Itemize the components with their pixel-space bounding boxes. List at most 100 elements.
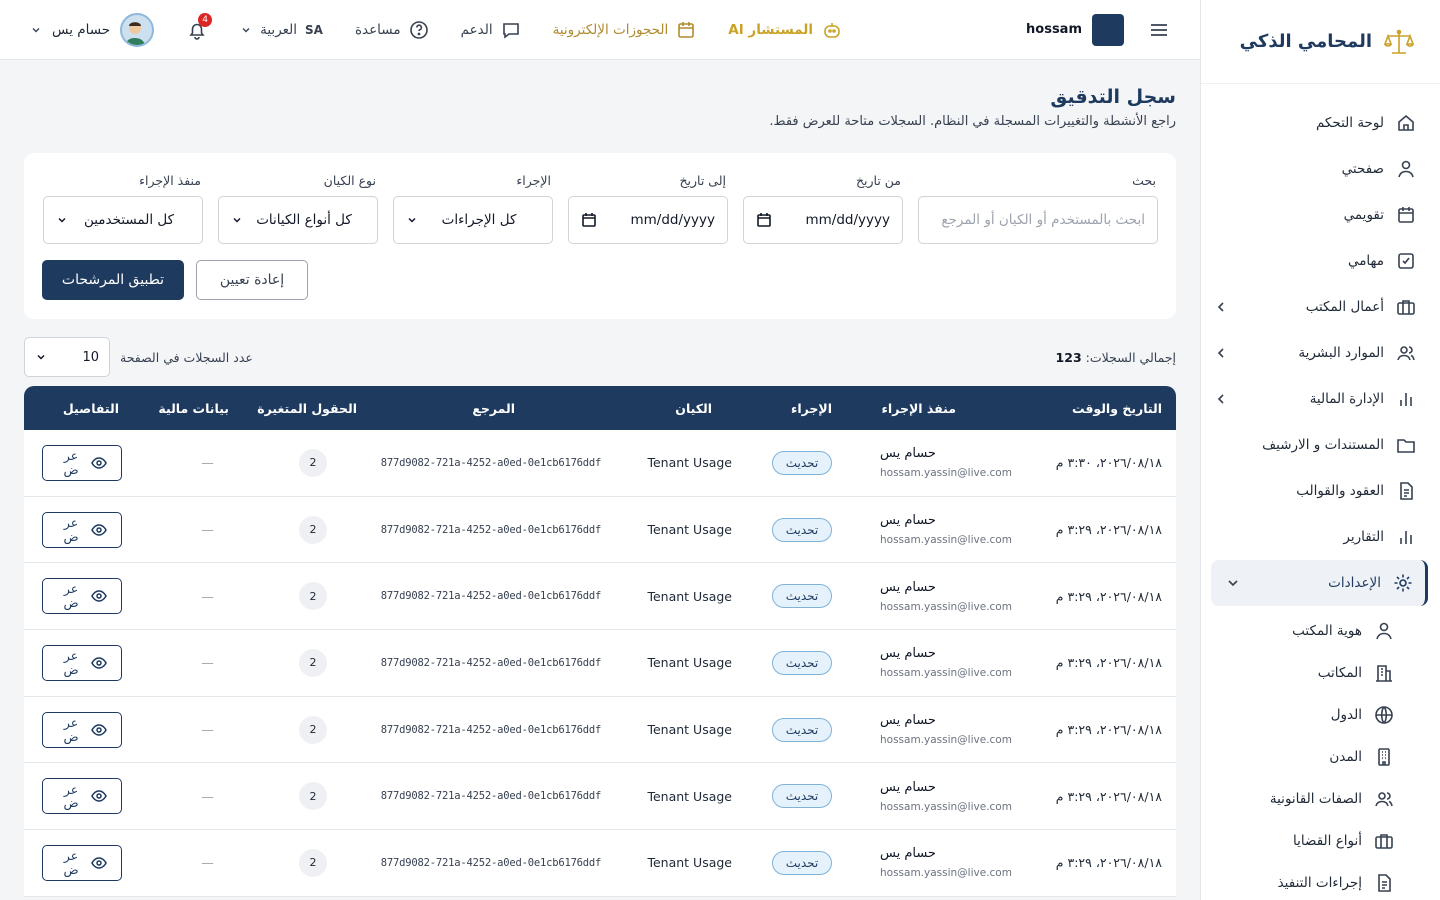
sidebar-item-calendar[interactable]: تقويمي xyxy=(1201,192,1440,238)
view-label: عرض xyxy=(63,781,79,811)
filters-panel: بحث ابحث بالمستخدم أو الكيان أو المرجع م… xyxy=(24,153,1176,319)
total-value: 123 xyxy=(1055,349,1082,365)
view-button[interactable]: عرض xyxy=(42,511,122,548)
support-label: الدعم xyxy=(460,21,493,38)
sidebar-item-contracts[interactable]: العقود والقوالب xyxy=(1201,468,1440,514)
sidebar-item-documents[interactable]: المستندات و الارشيف xyxy=(1201,422,1440,468)
sidebar-subitem-countries[interactable]: الدول xyxy=(1201,694,1440,736)
sidebar-item-reports[interactable]: التقارير xyxy=(1201,514,1440,560)
bookings-button[interactable]: الحجوزات الإلكترونية xyxy=(553,20,697,40)
checkbox-icon xyxy=(1396,251,1416,271)
sidebar-subitem-label: أنواع القضايا xyxy=(1293,833,1362,849)
user-menu[interactable]: حسام يس xyxy=(30,12,155,47)
action-select[interactable]: كل الإجراءات xyxy=(393,196,553,244)
sidebar-subitem-label: إجراءات التنفيذ xyxy=(1277,875,1362,891)
to-date-input[interactable]: mm/dd/yyyy xyxy=(568,196,728,244)
view-button[interactable]: عرض xyxy=(42,778,122,815)
cell-details: عرض xyxy=(24,644,140,681)
action-badge: تحديث xyxy=(771,784,833,809)
chevron-down-icon xyxy=(56,214,68,226)
changed-count: 2 xyxy=(299,582,327,611)
to-date-value: mm/dd/yyyy xyxy=(630,212,716,228)
sidebar-item-profile[interactable]: صفحتي xyxy=(1201,146,1440,192)
table-meta: إجمالي السجلات: 123 عدد السجلات في الصفح… xyxy=(24,337,1176,377)
sidebar-subitem-case-types[interactable]: أنواع القضايا xyxy=(1201,820,1440,862)
robot-icon xyxy=(821,19,843,41)
sidebar-subitem-label: المكاتب xyxy=(1317,665,1362,681)
actor-name: حسام يس xyxy=(880,846,936,862)
view-button[interactable]: عرض xyxy=(42,844,122,881)
view-button[interactable]: عرض xyxy=(42,711,122,748)
ai-advisor-button[interactable]: المستشار AI xyxy=(728,19,843,41)
bar-chart-icon xyxy=(1396,389,1416,409)
view-button[interactable]: عرض xyxy=(42,644,122,681)
entity-type-label: نوع الكيان xyxy=(323,173,376,188)
actor-name: حسام يس xyxy=(880,779,936,795)
from-date-field: من تاريخ mm/dd/yyyy xyxy=(743,173,903,244)
sidebar-item-settings[interactable]: الإعدادات xyxy=(1211,560,1428,606)
building-icon xyxy=(1374,663,1394,683)
cell-action: تحديث xyxy=(732,717,872,742)
sidebar-item-dashboard[interactable]: لوحة التحكم xyxy=(1201,100,1440,146)
total-label: إجمالي السجلات: xyxy=(1085,349,1176,365)
view-button[interactable]: عرض xyxy=(42,444,122,481)
action-field: الإجراء كل الإجراءات xyxy=(393,173,553,244)
sidebar-item-label: الموارد البشرية xyxy=(1298,345,1384,361)
sidebar-item-tasks[interactable]: مهامي xyxy=(1201,238,1440,284)
sidebar-subitem-offices[interactable]: المكاتب xyxy=(1201,652,1440,694)
calendar-icon xyxy=(1396,205,1416,225)
sidebar-item-office-work[interactable]: أعمال المكتب xyxy=(1201,284,1440,330)
entity-type-select-value: كل أنواع الكيانات xyxy=(256,212,352,228)
action-badge: تحديث xyxy=(771,850,833,875)
user-icon xyxy=(1396,159,1416,179)
help-icon xyxy=(409,20,429,40)
reset-button[interactable]: إعادة تعيين xyxy=(196,260,308,300)
sidebar-item-hr[interactable]: الموارد البشرية xyxy=(1201,330,1440,376)
brand[interactable]: المحامي الذكي xyxy=(1201,0,1440,84)
entity-type-select[interactable]: كل أنواع الكيانات xyxy=(218,196,378,244)
cell-changed-fields: 2 xyxy=(275,848,355,877)
chevron-left-icon xyxy=(1213,345,1229,361)
cell-details: عرض xyxy=(24,444,140,481)
col-details[interactable]: التفاصيل xyxy=(24,401,119,416)
support-button[interactable]: الدعم xyxy=(461,20,521,40)
sidebar-subitem-office-identity[interactable]: هوية المكتب xyxy=(1201,610,1440,652)
table-row: ٢٠٢٦/٠٨/١٨، ٣:٢٩ م حسام يس hossam.yassin… xyxy=(24,563,1176,631)
actor-select[interactable]: كل المستخدمين xyxy=(43,196,203,244)
col-datetime[interactable]: التاريخ والوقت xyxy=(1022,401,1176,416)
main-content: سجل التدقيق راجع الأنشطة والتغييرات المس… xyxy=(24,60,1176,897)
per-page-select[interactable]: 10 xyxy=(24,337,110,377)
notifications-button[interactable]: 4 xyxy=(186,12,213,41)
col-changed-fields[interactable]: الحقول المتغيرة xyxy=(229,401,357,416)
col-actor[interactable]: منفذ الإجراء xyxy=(862,401,1022,416)
cell-financial: — xyxy=(201,722,214,738)
cell-changed-fields: 2 xyxy=(275,448,355,477)
eye-icon xyxy=(91,788,107,804)
notification-badge: 4 xyxy=(198,12,213,27)
actor-email: hossam.yassin@live.com xyxy=(880,667,1012,680)
col-financial[interactable]: بيانات مالية xyxy=(119,401,229,416)
cell-financial: — xyxy=(201,655,214,671)
cell-actor: حسام يس hossam.yassin@live.com xyxy=(872,646,1022,679)
col-reference[interactable]: المرجع xyxy=(357,401,627,416)
view-button[interactable]: عرض xyxy=(42,578,122,615)
cell-action: تحديث xyxy=(732,784,872,809)
sidebar-subitem-cities[interactable]: المدن xyxy=(1201,736,1440,778)
menu-icon[interactable] xyxy=(1148,19,1170,41)
sidebar-subitem-legal-capacities[interactable]: الصفات القانونية xyxy=(1201,778,1440,820)
sidebar-subitem-enforcement[interactable]: إجراءات التنفيذ xyxy=(1201,862,1440,900)
top-header: hossam المستشار AI الحجوزات الإلكترونية … xyxy=(0,0,1200,60)
col-action[interactable]: الإجراء xyxy=(737,401,862,416)
help-button[interactable]: مساعدة xyxy=(355,20,429,40)
from-date-input[interactable]: mm/dd/yyyy xyxy=(743,196,903,244)
apply-filters-button[interactable]: تطبيق المرشحات xyxy=(42,260,184,300)
sidebar-item-finance[interactable]: الإدارة المالية xyxy=(1201,376,1440,422)
tenant-switcher[interactable]: hossam xyxy=(1026,13,1124,46)
search-input[interactable]: ابحث بالمستخدم أو الكيان أو المرجع xyxy=(918,196,1158,244)
changed-count: 2 xyxy=(299,848,327,877)
table-row: ٢٠٢٦/٠٨/١٨، ٣:٢٩ م حسام يس hossam.yassin… xyxy=(24,630,1176,697)
col-entity[interactable]: الكيان xyxy=(627,401,737,416)
language-selector[interactable]: SA العربية xyxy=(240,22,323,38)
eye-icon xyxy=(91,722,107,738)
cell-changed-fields: 2 xyxy=(275,782,355,811)
